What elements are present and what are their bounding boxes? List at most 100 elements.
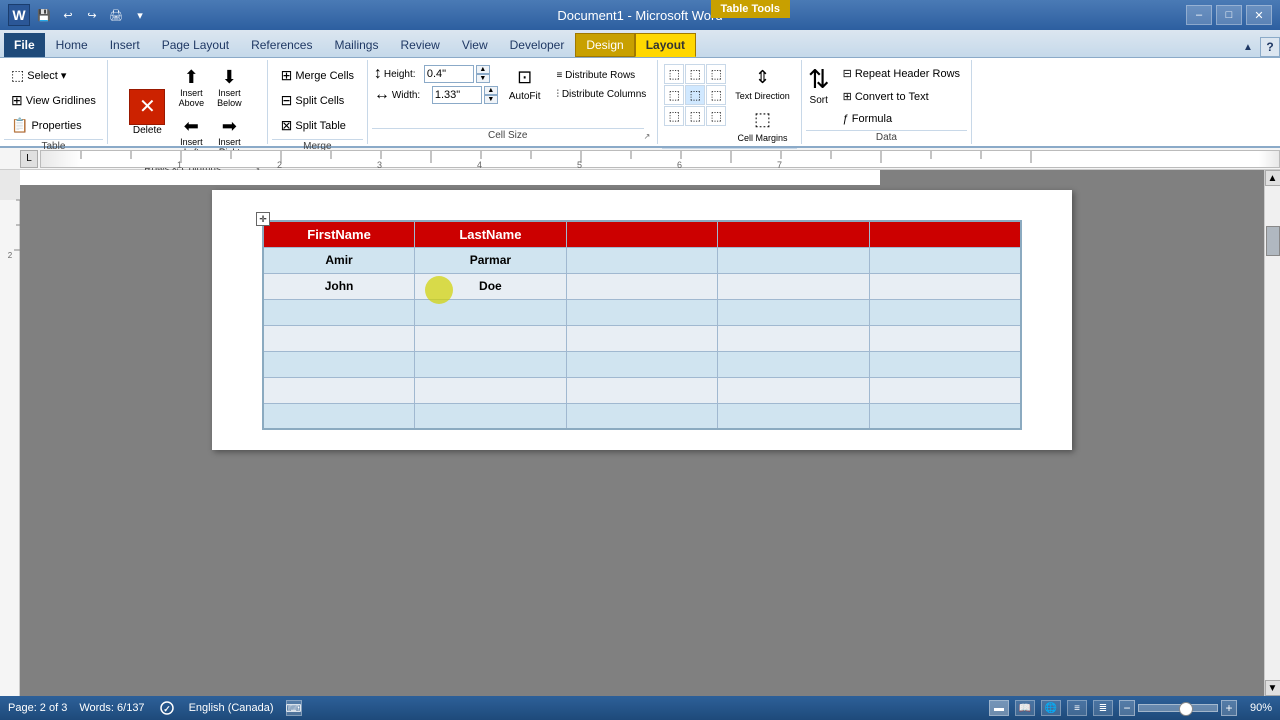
table-move-handle[interactable]: ✛ bbox=[256, 212, 270, 226]
row1-firstname[interactable]: Amir bbox=[263, 247, 415, 273]
scroll-down-btn[interactable]: ▼ bbox=[1265, 680, 1280, 696]
delete-button[interactable]: ✕ Delete bbox=[127, 87, 167, 138]
redo-qat-btn[interactable]: ↪ bbox=[82, 5, 102, 25]
print-qat-btn[interactable]: 🖨 bbox=[106, 5, 126, 25]
tab-layout[interactable]: Layout bbox=[635, 33, 696, 57]
row2-col3[interactable] bbox=[566, 273, 718, 299]
row1-col4[interactable] bbox=[718, 247, 870, 273]
tab-file[interactable]: File bbox=[4, 33, 45, 57]
tab-review[interactable]: Review bbox=[389, 33, 450, 57]
scroll-up-btn[interactable]: ▲ bbox=[1265, 170, 1280, 186]
align-bottom-left[interactable]: ⬚ bbox=[664, 106, 684, 126]
row3-firstname[interactable] bbox=[263, 299, 415, 325]
align-top-left[interactable]: ⬚ bbox=[664, 64, 684, 84]
autofit-button[interactable]: ⊡ AutoFit bbox=[504, 64, 546, 105]
tab-mailings[interactable]: Mailings bbox=[323, 33, 389, 57]
qat-dropdown[interactable]: ▾ bbox=[130, 5, 150, 25]
row5-col3[interactable] bbox=[566, 351, 718, 377]
minimize-btn[interactable]: – bbox=[1186, 5, 1212, 25]
language-icon[interactable]: ⌨ bbox=[286, 700, 302, 716]
outline-btn[interactable]: ≡ bbox=[1067, 700, 1087, 716]
row7-col3[interactable] bbox=[566, 403, 718, 429]
formula-button[interactable]: ƒ Formula bbox=[838, 110, 965, 128]
align-middle-left[interactable]: ⬚ bbox=[664, 85, 684, 105]
align-middle-center[interactable]: ⬚ bbox=[685, 85, 705, 105]
align-middle-right[interactable]: ⬚ bbox=[706, 85, 726, 105]
align-top-center[interactable]: ⬚ bbox=[685, 64, 705, 84]
width-spin-up[interactable]: ▲ bbox=[484, 86, 498, 95]
align-bottom-right[interactable]: ⬚ bbox=[706, 106, 726, 126]
sort-button[interactable]: ⇅ Sort bbox=[808, 64, 830, 106]
maximize-btn[interactable]: □ bbox=[1216, 5, 1242, 25]
tab-view[interactable]: View bbox=[451, 33, 499, 57]
tab-page-layout[interactable]: Page Layout bbox=[151, 33, 240, 57]
cellsize-expander[interactable]: ↗ bbox=[644, 132, 654, 142]
row4-col3[interactable] bbox=[566, 325, 718, 351]
repeat-header-rows-button[interactable]: ⊟ Repeat Header Rows bbox=[838, 64, 965, 83]
undo-qat-btn[interactable]: ↩ bbox=[58, 5, 78, 25]
document-page[interactable]: ✛ FirstName LastName A bbox=[212, 190, 1072, 450]
properties-button[interactable]: 📋 Properties bbox=[6, 114, 87, 137]
row6-col3[interactable] bbox=[566, 377, 718, 403]
ribbon-collapse-btn[interactable]: ▲ bbox=[1238, 37, 1258, 57]
scroll-track[interactable] bbox=[1265, 186, 1280, 680]
tab-references[interactable]: References bbox=[240, 33, 323, 57]
row4-col5[interactable] bbox=[869, 325, 1021, 351]
row3-col5[interactable] bbox=[869, 299, 1021, 325]
row5-firstname[interactable] bbox=[263, 351, 415, 377]
spelling-icon[interactable]: ✓ bbox=[157, 700, 177, 716]
help-btn[interactable]: ? bbox=[1260, 37, 1280, 57]
row1-col5[interactable] bbox=[869, 247, 1021, 273]
row7-lastname[interactable] bbox=[415, 403, 567, 429]
align-bottom-center[interactable]: ⬚ bbox=[685, 106, 705, 126]
row6-firstname[interactable] bbox=[263, 377, 415, 403]
cell-margins-button[interactable]: ⬚ Cell Margins bbox=[730, 106, 795, 146]
height-input[interactable] bbox=[424, 65, 474, 83]
save-qat-btn[interactable]: 💾 bbox=[34, 5, 54, 25]
row6-lastname[interactable] bbox=[415, 377, 567, 403]
row4-lastname[interactable] bbox=[415, 325, 567, 351]
distribute-rows-button[interactable]: ≡ Distribute Rows bbox=[552, 67, 652, 84]
distribute-cols-button[interactable]: ⫶ Distribute Columns bbox=[552, 86, 652, 103]
row2-lastname[interactable]: Doe bbox=[415, 273, 567, 299]
split-table-button[interactable]: ⊠ Split Table bbox=[276, 114, 351, 137]
row5-col4[interactable] bbox=[718, 351, 870, 377]
ruler-corner[interactable]: L bbox=[20, 150, 38, 168]
zoom-in-btn[interactable]: + bbox=[1221, 700, 1237, 716]
height-spin-up[interactable]: ▲ bbox=[476, 65, 490, 74]
tab-developer[interactable]: Developer bbox=[499, 33, 576, 57]
web-layout-btn[interactable]: 🌐 bbox=[1041, 700, 1061, 716]
height-spin[interactable]: ▲ ▼ bbox=[476, 65, 490, 83]
tab-home[interactable]: Home bbox=[45, 33, 99, 57]
print-layout-btn[interactable]: ▬ bbox=[989, 700, 1009, 716]
row5-col5[interactable] bbox=[869, 351, 1021, 377]
full-reading-btn[interactable]: 📖 bbox=[1015, 700, 1035, 716]
row5-lastname[interactable] bbox=[415, 351, 567, 377]
tab-design[interactable]: Design bbox=[575, 33, 634, 57]
row4-firstname[interactable] bbox=[263, 325, 415, 351]
row3-col3[interactable] bbox=[566, 299, 718, 325]
merge-cells-button[interactable]: ⊞ Merge Cells bbox=[276, 64, 359, 87]
insert-above-button[interactable]: ⬆ InsertAbove bbox=[173, 64, 209, 111]
close-btn[interactable]: ✕ bbox=[1246, 5, 1272, 25]
width-input[interactable] bbox=[432, 86, 482, 104]
width-spin-down[interactable]: ▼ bbox=[484, 95, 498, 104]
row4-col4[interactable] bbox=[718, 325, 870, 351]
split-cells-button[interactable]: ⊟ Split Cells bbox=[276, 89, 350, 112]
row2-firstname[interactable]: John bbox=[263, 273, 415, 299]
zoom-slider[interactable] bbox=[1138, 704, 1218, 712]
draft-btn[interactable]: ≣ bbox=[1093, 700, 1113, 716]
zoom-slider-thumb[interactable] bbox=[1179, 702, 1193, 716]
zoom-out-btn[interactable]: − bbox=[1119, 700, 1135, 716]
row1-col3[interactable] bbox=[566, 247, 718, 273]
scroll-thumb[interactable] bbox=[1266, 226, 1280, 256]
row2-col5[interactable] bbox=[869, 273, 1021, 299]
row7-firstname[interactable] bbox=[263, 403, 415, 429]
row7-col5[interactable] bbox=[869, 403, 1021, 429]
row6-col4[interactable] bbox=[718, 377, 870, 403]
row3-lastname[interactable] bbox=[415, 299, 567, 325]
select-button[interactable]: ⬚ Select ▾ bbox=[6, 64, 71, 87]
row2-col4[interactable] bbox=[718, 273, 870, 299]
align-top-right[interactable]: ⬚ bbox=[706, 64, 726, 84]
view-gridlines-button[interactable]: ⊞ View Gridlines bbox=[6, 89, 101, 112]
